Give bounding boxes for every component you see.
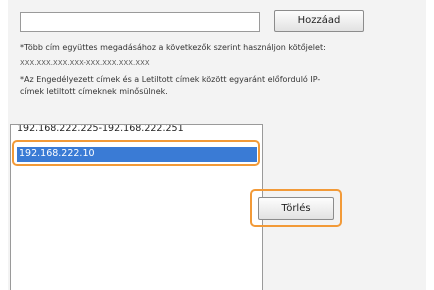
add-button[interactable]: Hozzáad xyxy=(274,10,364,32)
address-list[interactable]: 192.168.222.225-192.168.222.251 192.168.… xyxy=(10,124,263,290)
range-format-example: XXX.XXX.XXX.XXX-XXX.XXX.XXX.XXX xyxy=(20,59,150,67)
blocked-precedence-note-line2: címek letiltott címeknek minősülnek. xyxy=(20,87,168,96)
ip-address-input[interactable] xyxy=(20,12,260,32)
blocked-precedence-note-line1: *Az Engedélyezett címek és a Letiltott c… xyxy=(20,75,321,84)
range-instruction-note: *Több cím együttes megadásához a követke… xyxy=(20,43,326,52)
list-item[interactable]: 192.168.222.225-192.168.222.251 xyxy=(17,125,184,136)
list-item-selected[interactable]: 192.168.222.10 xyxy=(17,147,257,162)
delete-button[interactable]: Törlés xyxy=(258,197,334,220)
